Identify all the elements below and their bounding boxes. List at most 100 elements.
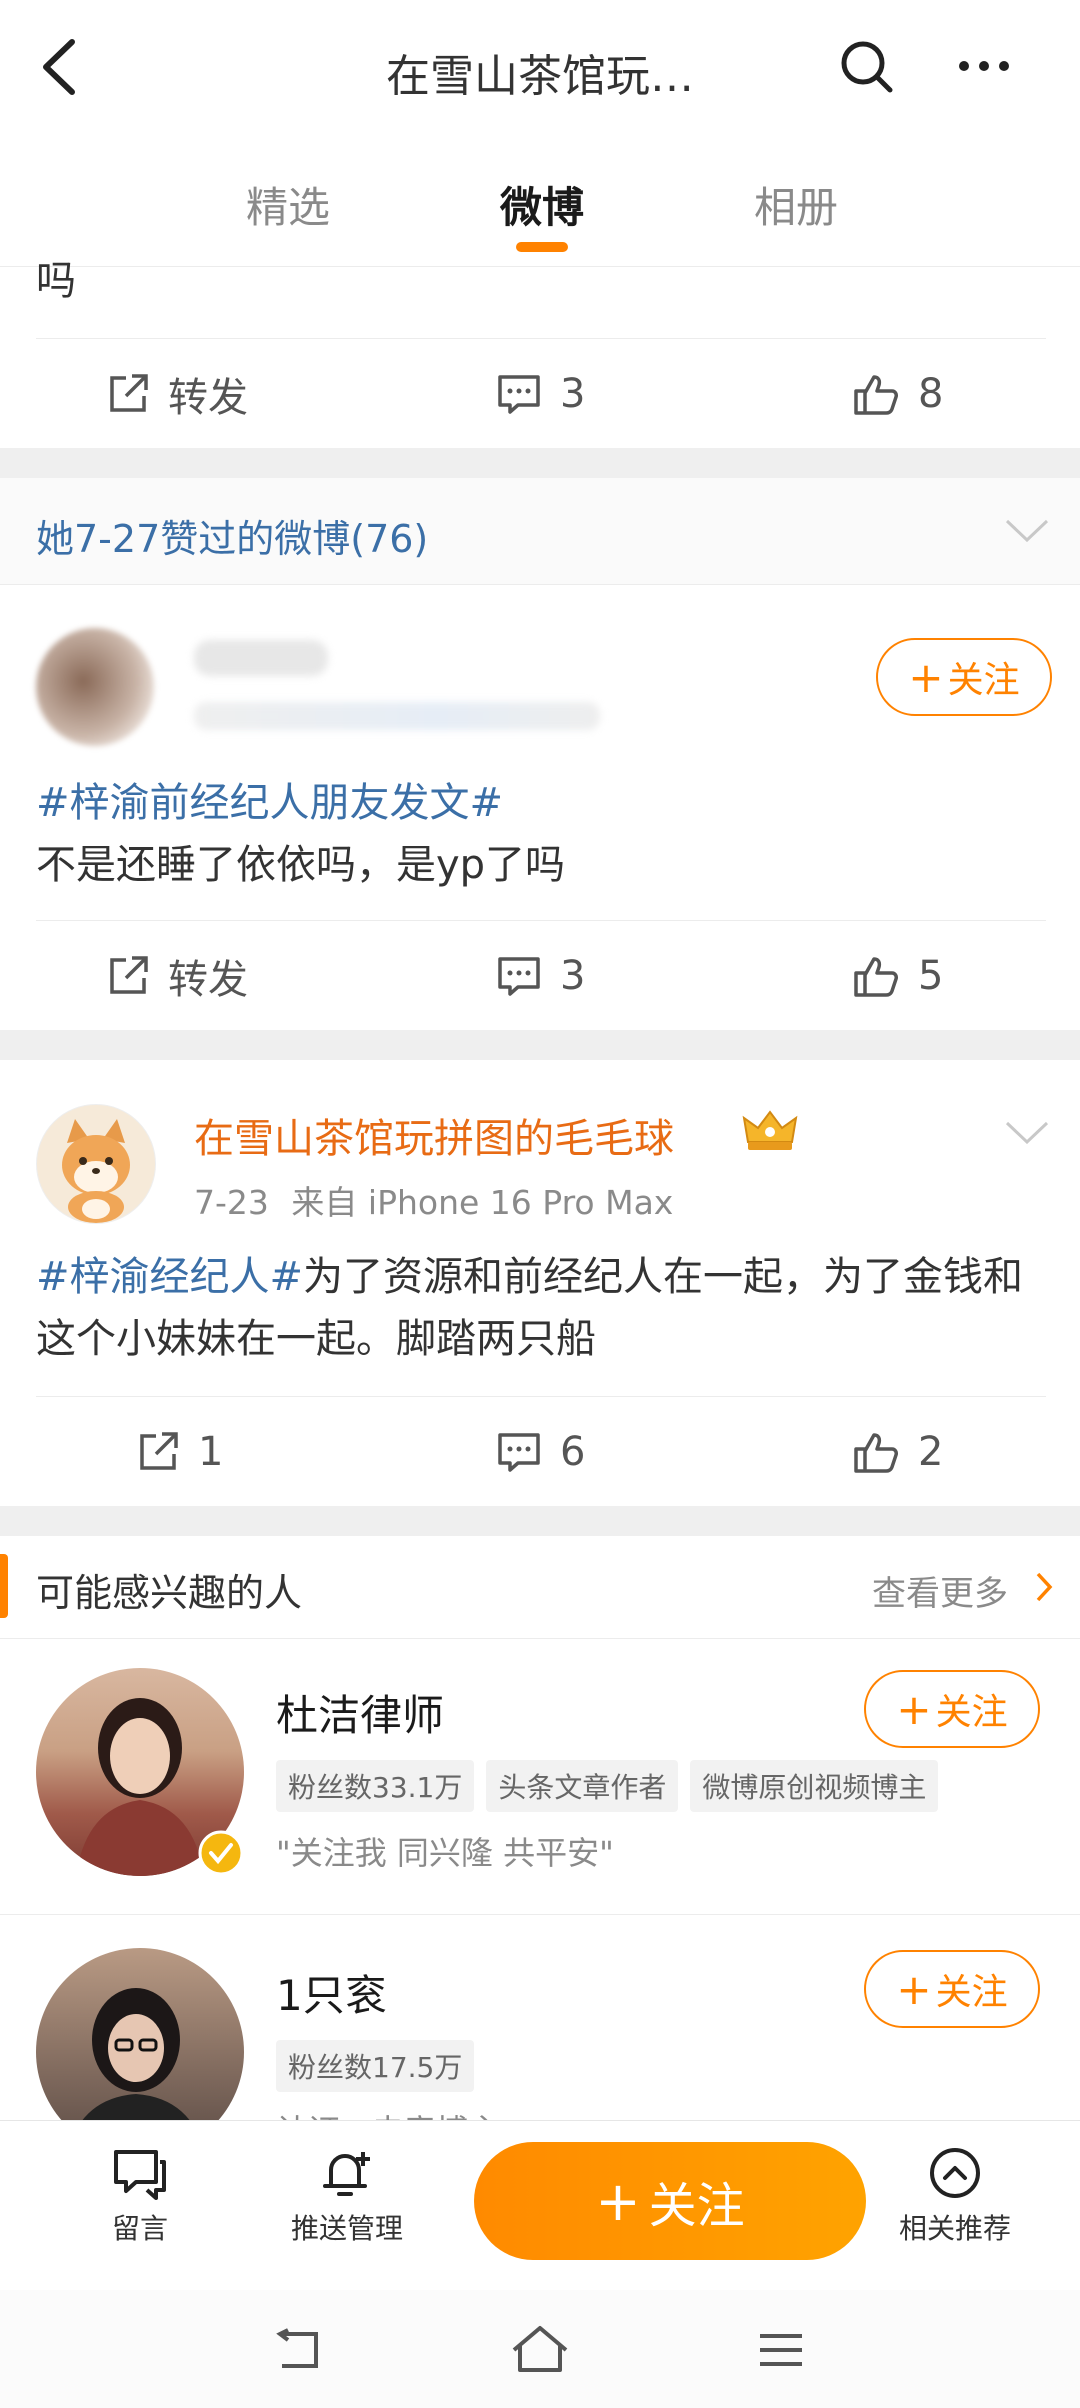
plus-icon: +	[896, 1684, 932, 1734]
post-action-bar: 转发 3 8	[36, 338, 1046, 449]
section-accent-bar	[0, 1554, 8, 1618]
tab-album[interactable]: 相册	[754, 174, 838, 235]
comment-button[interactable]: 3	[496, 951, 585, 1001]
liked-posts-title: 她7-27赞过的微博(76)	[36, 517, 429, 561]
follow-main-button[interactable]: + 关注	[474, 2142, 866, 2260]
comment-icon	[498, 375, 540, 414]
tab-featured[interactable]: 精选	[246, 174, 330, 235]
like-button[interactable]: 8	[852, 369, 943, 419]
follow-button[interactable]: + 关注	[876, 638, 1052, 716]
push-settings-label: 推送管理	[290, 2212, 403, 2245]
thumbs-up-icon	[854, 1433, 898, 1473]
back-nav-icon[interactable]	[272, 2328, 324, 2372]
repost-icon	[110, 374, 148, 412]
plus-icon: +	[908, 652, 944, 702]
repost-button[interactable]: 转发	[106, 369, 248, 421]
like-button[interactable]: 5	[852, 951, 943, 1001]
page-title: 在雪山茶馆玩…	[386, 51, 694, 102]
push-settings-button[interactable]: 推送管理	[282, 2146, 412, 2247]
blurred-username	[194, 640, 328, 676]
follow-label: 关注	[935, 1692, 1008, 1733]
like-count: 5	[918, 953, 944, 999]
follow-button[interactable]: + 关注	[864, 1950, 1040, 2028]
follow-label: 关注	[947, 660, 1020, 701]
see-more-link[interactable]: 查看更多	[872, 1566, 1008, 1615]
topic-hashtag-link[interactable]: #梓渝前经纪人朋友发文#	[36, 772, 1046, 834]
system-navigation-bar	[0, 2290, 1080, 2408]
repost-button[interactable]: 1	[136, 1427, 223, 1477]
like-count: 8	[918, 371, 944, 417]
user-tag: 粉丝数33.1万	[276, 1760, 475, 1812]
bell-icon	[323, 2152, 370, 2196]
section-divider	[0, 1030, 1080, 1060]
message-icon	[114, 2150, 166, 2200]
repost-icon	[110, 956, 148, 994]
chevron-down-icon[interactable]	[1004, 518, 1050, 544]
thumbs-up-icon	[854, 957, 898, 997]
tab-weibo[interactable]: 微博	[500, 174, 584, 235]
user-tag: 头条文章作者	[486, 1760, 679, 1812]
comment-button[interactable]: 3	[496, 369, 585, 419]
menu-nav-icon[interactable]	[756, 2330, 806, 2370]
post-text: 吗	[36, 258, 76, 304]
shiba-dog-avatar-icon	[62, 1119, 130, 1223]
topic-hashtag-link[interactable]: #梓渝经纪人#	[36, 1254, 303, 1300]
repost-label: 转发	[168, 375, 248, 421]
row-divider	[0, 1914, 1080, 1915]
follow-label: 关注	[935, 1972, 1008, 2013]
comment-count: 3	[560, 953, 586, 999]
home-nav-icon[interactable]	[510, 2324, 570, 2374]
comment-count: 6	[560, 1429, 586, 1475]
repost-button[interactable]: 转发	[106, 951, 248, 1003]
chevron-right-icon[interactable]	[1034, 1570, 1054, 1604]
chevron-down-icon[interactable]	[1004, 1120, 1050, 1146]
section-title: 可能感兴趣的人	[36, 1571, 303, 1615]
user-bio: "关注我 同兴隆 共平安"	[276, 1834, 614, 1872]
plus-icon: +	[896, 1964, 932, 2014]
username[interactable]: 在雪山茶馆玩拼图的毛毛球	[194, 1106, 674, 1164]
post-text: 不是还睡了依依吗，是yp了吗	[36, 842, 566, 888]
suggested-user-name[interactable]: 1只衮	[276, 1962, 387, 2023]
back-arrow-icon[interactable]	[34, 36, 84, 98]
message-label: 留言	[111, 2212, 168, 2245]
user-tag: 粉丝数17.5万	[276, 2040, 475, 2092]
section-divider	[0, 1506, 1080, 1536]
post-source: 来自 iPhone 16 Pro Max	[291, 1183, 674, 1222]
message-button[interactable]: 留言	[100, 2146, 180, 2247]
post-body: #梓渝前经纪人朋友发文# 不是还睡了依依吗，是yp了吗	[36, 772, 1046, 896]
active-tab-indicator	[516, 242, 568, 252]
post-action-bar: 转发 3 5	[36, 920, 1046, 1031]
comment-button[interactable]: 6	[496, 1427, 585, 1477]
comment-count: 3	[560, 371, 586, 417]
follow-button[interactable]: + 关注	[864, 1670, 1040, 1748]
crown-badge-icon	[742, 1110, 798, 1150]
post-meta: 7-23 来自 iPhone 16 Pro Max	[194, 1176, 673, 1224]
suggested-user-name[interactable]: 杜洁律师	[276, 1682, 444, 1743]
search-icon[interactable]	[838, 38, 894, 94]
avatar[interactable]	[36, 1104, 156, 1224]
user-tag: 微博原创视频博主	[690, 1760, 939, 1812]
related-recommend-label: 相关推荐	[898, 2212, 1011, 2245]
follow-main-label: 关注	[648, 2178, 745, 2234]
verified-badge-icon	[198, 1830, 244, 1876]
related-recommend-button[interactable]: 相关推荐	[890, 2146, 1020, 2247]
more-options-icon[interactable]	[956, 56, 1012, 76]
user-tags: 粉丝数33.1万 头条文章作者 微博原创视频博主	[276, 1760, 950, 1812]
section-divider	[0, 448, 1080, 478]
repost-label: 转发	[168, 957, 248, 1003]
liked-posts-header[interactable]: 她7-27赞过的微博(76)	[0, 478, 1080, 585]
comment-icon	[498, 957, 540, 996]
thumbs-up-icon	[854, 375, 898, 415]
suggested-users-header: 可能感兴趣的人 查看更多	[0, 1536, 1080, 1639]
blurred-post-meta	[194, 702, 600, 730]
like-count: 2	[918, 1429, 944, 1475]
repost-icon	[140, 1432, 178, 1470]
post-body: #梓渝经纪人#为了资源和前经纪人在一起，为了金钱和这个小妹妹在一起。脚踏两只船	[36, 1246, 1046, 1370]
avatar[interactable]	[36, 628, 154, 746]
post-date: 7-23	[194, 1183, 269, 1222]
like-button[interactable]: 2	[852, 1427, 943, 1477]
repost-count: 1	[198, 1429, 224, 1475]
plus-icon: +	[595, 2169, 641, 2233]
circle-up-arrow-icon	[930, 2148, 980, 2198]
comment-icon	[498, 1433, 540, 1472]
